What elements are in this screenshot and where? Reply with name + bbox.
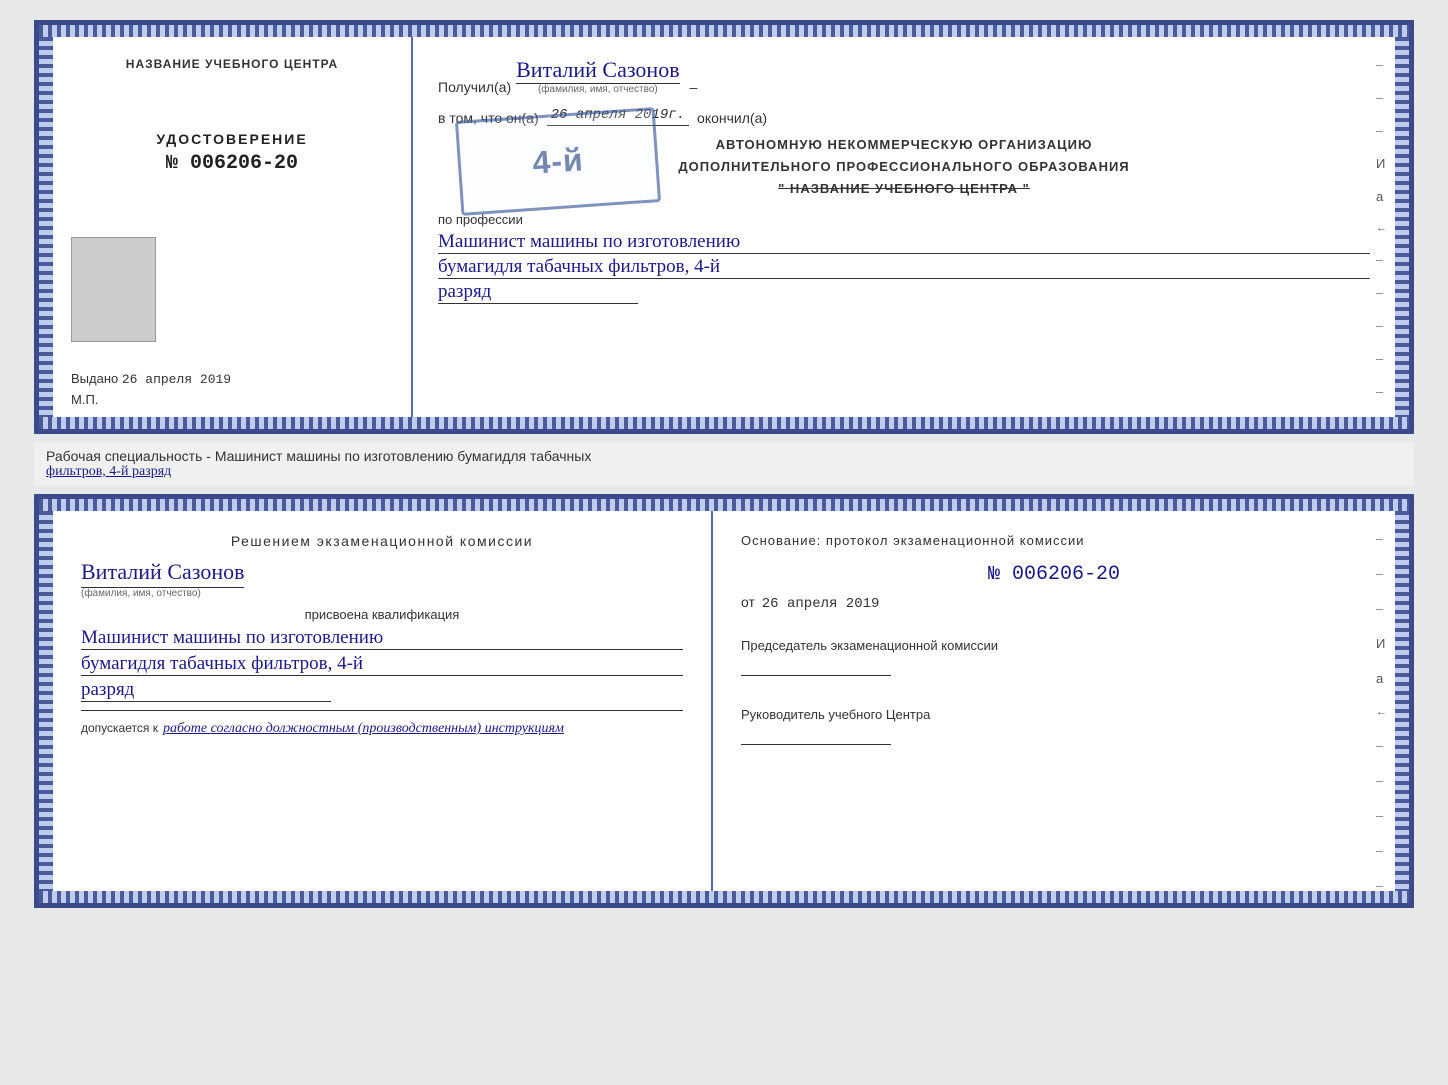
top-decoration <box>39 25 1409 37</box>
protocol-number: № 006206-20 <box>741 563 1367 586</box>
dash-r4: И <box>1376 156 1387 171</box>
predsedatel-label: Председатель экзаменационной комиссии <box>741 637 1367 655</box>
top-left-panel: НАЗВАНИЕ УЧЕБНОГО ЦЕНТРА УДОСТОВЕРЕНИЕ №… <box>53 37 413 417</box>
left-decoration <box>39 37 53 417</box>
fio-handwriting: Виталий Сазонов <box>81 559 244 588</box>
bdash-r4: И <box>1376 636 1387 651</box>
bdash-r3: – <box>1376 601 1387 616</box>
training-center-title: НАЗВАНИЕ УЧЕБНОГО ЦЕНТРА <box>126 57 338 71</box>
bottom-decoration-top <box>39 417 1409 429</box>
bottom-left-panel: Решением экзаменационной комиссии Витали… <box>53 511 713 891</box>
middle-text-line1: Рабочая специальность - Машинист машины … <box>46 448 1402 464</box>
bottom-right-dashes: – – – И а ← – – – – – <box>1376 531 1387 893</box>
bottom-left-deco <box>39 511 53 891</box>
profession-line1: Машинист машины по изготовлению <box>438 231 1370 254</box>
dopuskaetsya-text: работе согласно должностным (производств… <box>163 721 564 737</box>
bottom-certificate: Решением экзаменационной комиссии Витали… <box>34 494 1414 908</box>
stamp-text-1: 4-й <box>531 137 585 185</box>
org-block: АВТОНОМНУЮ НЕКОММЕРЧЕСКУЮ ОРГАНИЗАЦИЮ ДО… <box>438 134 1370 200</box>
okonchil-label: окончил(а) <box>697 110 767 126</box>
cert-number-top: № 006206-20 <box>166 152 298 175</box>
ot-date: 26 апреля 2019 <box>762 596 880 612</box>
middle-text-2: фильтров, 4-й разряд <box>46 464 171 479</box>
bdash-r1: – <box>1376 531 1387 546</box>
vydano-date: 26 апреля 2019 <box>122 372 231 387</box>
ot-date-line: от 26 апреля 2019 <box>741 594 1367 612</box>
profession-line3: разряд <box>438 281 638 304</box>
prisvoyena-text: присвоена квалификация <box>81 607 683 622</box>
bdash-r11: – <box>1376 878 1387 893</box>
middle-text-1: Рабочая специальность - Машинист машины … <box>46 448 591 464</box>
dash-r2: – <box>1376 90 1387 105</box>
dash1: – <box>690 79 698 95</box>
top-panels-row: НАЗВАНИЕ УЧЕБНОГО ЦЕНТРА УДОСТОВЕРЕНИЕ №… <box>39 37 1409 417</box>
middle-text-line2: фильтров, 4-й разряд <box>46 464 1402 480</box>
dash-r3: – <box>1376 123 1387 138</box>
top-certificate: НАЗВАНИЕ УЧЕБНОГО ЦЕНТРА УДОСТОВЕРЕНИЕ №… <box>34 20 1414 434</box>
vydano-line: Выдано 26 апреля 2019 <box>71 371 396 387</box>
recipient-block: Виталий Сазонов (фамилия, имя, отчество) <box>516 57 679 95</box>
resheniem-text: Решением экзаменационной комиссии <box>81 533 683 549</box>
top-right-panel: Получил(а) Виталий Сазонов (фамилия, имя… <box>413 37 1395 417</box>
ot-prefix: от <box>741 594 755 610</box>
dopuskaetsya-line: допускается к работе согласно должностны… <box>81 721 683 737</box>
dash-r1: – <box>1376 57 1387 72</box>
dash-r8: – <box>1376 285 1387 300</box>
right-side-dashes: – – – И а ← – – – – – <box>1376 57 1387 399</box>
bdash-r7: – <box>1376 738 1387 753</box>
osnovaniye-text: Основание: протокол экзаменационной коми… <box>741 533 1367 548</box>
poluchil-line: Получил(а) Виталий Сазонов (фамилия, имя… <box>438 57 1370 95</box>
bdash-r5: а <box>1376 671 1387 686</box>
profession-line2: бумагидля табачных фильтров, 4-й <box>438 256 1370 279</box>
bottom-bottom-deco <box>39 891 1409 903</box>
bdash-r10: – <box>1376 843 1387 858</box>
stamp-inner: 4-й <box>526 132 591 191</box>
dash-r7: – <box>1376 252 1387 267</box>
predsedatel-signature-line <box>741 675 891 676</box>
dash-r11: – <box>1376 384 1387 399</box>
recipient-sublabel: (фамилия, имя, отчество) <box>516 84 679 95</box>
bdash-r8: – <box>1376 773 1387 788</box>
bdash-r2: – <box>1376 566 1387 581</box>
stamp-overlay: 4-й <box>455 107 661 216</box>
dash-r5: а <box>1376 189 1387 204</box>
fio-block: Виталий Сазонов (фамилия, имя, отчество) <box>81 559 683 599</box>
bdash-r9: – <box>1376 808 1387 823</box>
rukovoditel-label: Руководитель учебного Центра <box>741 706 1367 724</box>
bottom-top-deco <box>39 499 1409 511</box>
po-professii-label: по профессии <box>438 212 1370 227</box>
qual-line3: разряд <box>81 679 331 702</box>
middle-text-block: Рабочая специальность - Машинист машины … <box>34 442 1414 486</box>
qual-line1: Машинист машины по изготовлению <box>81 627 683 650</box>
mp-label: М.П. <box>71 392 98 407</box>
dash-r10: – <box>1376 351 1387 366</box>
dash-r6: ← <box>1376 222 1387 234</box>
dopuskaetsya-prefix: допускается к <box>81 721 158 735</box>
bottom-panels-row: Решением экзаменационной комиссии Витали… <box>39 511 1409 891</box>
udostoverenie-label: УДОСТОВЕРЕНИЕ <box>156 131 307 147</box>
recipient-name: Виталий Сазонов <box>516 57 679 84</box>
predsedatel-block: Председатель экзаменационной комиссии <box>741 637 1367 676</box>
qual-line2: бумагидля табачных фильтров, 4-й <box>81 653 683 676</box>
bottom-right-panel: Основание: протокол экзаменационной коми… <box>713 511 1395 891</box>
empty-line <box>81 710 683 711</box>
vydano-label: Выдано <box>71 371 118 386</box>
bottom-right-deco <box>1395 511 1409 891</box>
bdash-r6: ← <box>1376 706 1387 718</box>
right-decoration <box>1395 37 1409 417</box>
rukovoditel-block: Руководитель учебного Центра <box>741 706 1367 745</box>
dash-r9: – <box>1376 318 1387 333</box>
rukovoditel-signature-line <box>741 744 891 745</box>
poluchil-prefix: Получил(а) <box>438 79 511 95</box>
fio-sublabel: (фамилия, имя, отчество) <box>81 588 201 599</box>
photo-placeholder <box>71 237 156 342</box>
document-container: НАЗВАНИЕ УЧЕБНОГО ЦЕНТРА УДОСТОВЕРЕНИЕ №… <box>34 20 1414 908</box>
